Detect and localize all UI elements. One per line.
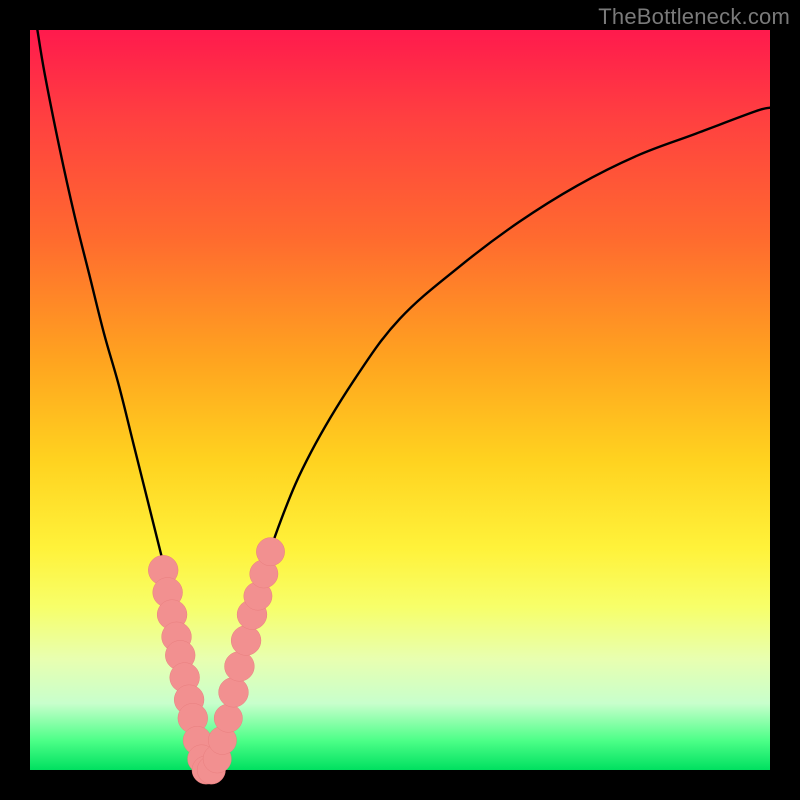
plot-area bbox=[30, 30, 770, 770]
bead bbox=[256, 538, 284, 566]
bead bbox=[231, 626, 261, 656]
curve-svg bbox=[30, 30, 770, 770]
bead bbox=[214, 704, 242, 732]
watermark-label: TheBottleneck.com bbox=[598, 4, 790, 30]
bead bbox=[225, 652, 255, 682]
outer-frame: TheBottleneck.com bbox=[0, 0, 800, 800]
curve-beads bbox=[148, 538, 284, 785]
bottleneck-curve bbox=[37, 30, 770, 770]
bead bbox=[219, 677, 249, 707]
